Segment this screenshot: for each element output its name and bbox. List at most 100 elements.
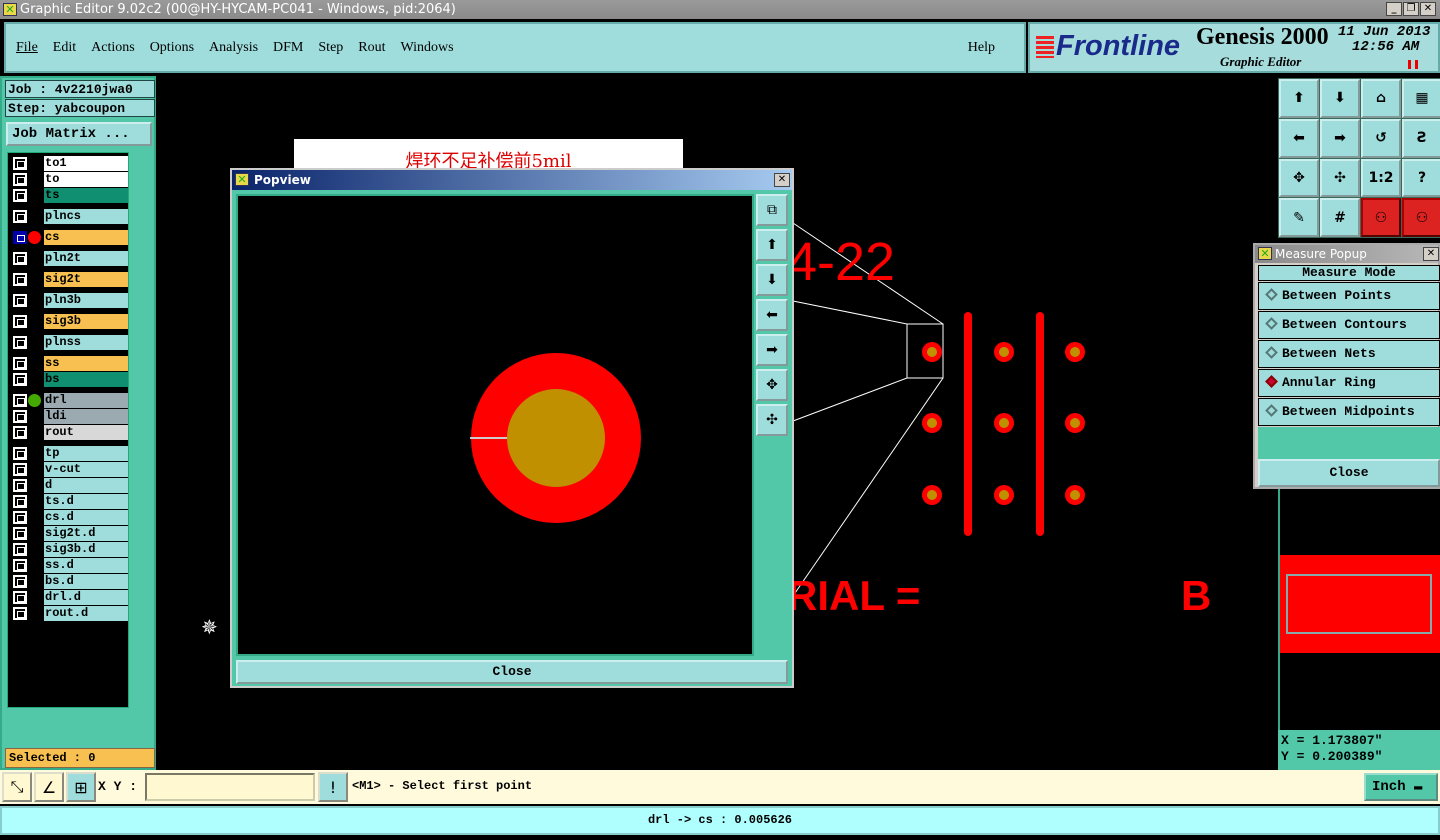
measure-close-button[interactable]: Close [1258,459,1440,487]
measure-close-x-button[interactable]: ✕ [1423,247,1439,261]
menu-options[interactable]: Options [150,40,194,56]
layer-checkbox[interactable] [13,273,27,286]
popview-close-x-button[interactable]: ✕ [774,173,790,187]
layer-row-pln2t[interactable]: pln2t [10,251,128,266]
layer-checkbox[interactable] [13,575,27,588]
layer-row-ss.d[interactable]: ss.d [10,558,128,573]
pan-right-icon[interactable]: ➡ [1320,118,1360,158]
layer-row-pln3b[interactable]: pln3b [10,293,128,308]
layer-row-sig2t[interactable]: sig2t [10,272,128,287]
netlist-icon[interactable]: ⚇ [1361,198,1401,237]
layer-checkbox[interactable] [13,543,27,556]
layer-checkbox[interactable] [13,559,27,572]
layer-row-v-cut[interactable]: v-cut [10,462,128,477]
layer-checkbox[interactable] [13,591,27,604]
layer-row-bs.d[interactable]: bs.d [10,574,128,589]
menu-step[interactable]: Step [318,40,343,56]
layer-checkbox[interactable] [13,511,27,524]
tools-icon[interactable]: ✎ [1279,198,1319,237]
layer-checkbox[interactable] [13,210,27,223]
layer-checkbox[interactable] [13,231,27,244]
pan-left-icon[interactable]: ⬅ [1279,118,1319,158]
layer-checkbox[interactable] [13,294,27,307]
menu-analysis[interactable]: Analysis [209,40,258,56]
home-icon[interactable]: ⌂ [1361,79,1401,118]
layer-row-rout.d[interactable]: rout.d [10,606,128,621]
measure-mode-between-midpoints[interactable]: Between Midpoints [1258,398,1440,426]
pan-up-icon[interactable]: ⬆ [1279,79,1319,118]
layer-row-ts.d[interactable]: ts.d [10,494,128,509]
layer-row-drl.d[interactable]: drl.d [10,590,128,605]
measure-mode-between-nets[interactable]: Between Nets [1258,340,1440,368]
zoom-window-icon[interactable]: ▦ [1402,79,1440,118]
measure-distance-icon[interactable]: ⤡ [2,772,32,802]
measure-mode-between-contours[interactable]: Between Contours [1258,311,1440,339]
zoom-in-icon[interactable]: ✥ [1279,158,1319,198]
close-window-button[interactable]: ✕ [1420,2,1436,16]
layer-checkbox[interactable] [13,157,27,170]
menu-windows[interactable]: Windows [401,40,454,56]
popview-pan-left-icon[interactable]: ⬅ [756,299,788,331]
measure-mode-between-points[interactable]: Between Points [1258,282,1440,310]
layer-checkbox[interactable] [13,527,27,540]
popview-title-bar[interactable]: ✕ Popview ✕ [232,170,792,190]
layer-row-rout[interactable]: rout [10,425,128,440]
popview-pan-up-icon[interactable]: ⬆ [756,229,788,261]
layer-row-to[interactable]: to [10,172,128,187]
popview-zoom-in-icon[interactable]: ✥ [756,369,788,401]
layer-checkbox[interactable] [13,410,27,423]
minimize-button[interactable]: _ [1386,2,1402,16]
layer-checkbox[interactable] [13,447,27,460]
grid-icon[interactable]: # [1320,198,1360,237]
measure-angle-icon[interactable]: ∠ [34,772,64,802]
help-icon[interactable]: ? [1402,158,1440,198]
layer-row-plnss[interactable]: plnss [10,335,128,350]
layer-row-tp[interactable]: tp [10,446,128,461]
menu-help[interactable]: Help [968,40,995,56]
mini-map[interactable] [1278,489,1440,730]
mini-map-viewport[interactable] [1286,574,1432,634]
layer-row-d[interactable]: d [10,478,128,493]
popview-pan-down-icon[interactable]: ⬇ [756,264,788,296]
restore-button[interactable]: ❐ [1403,2,1419,16]
layer-row-cs[interactable]: cs [10,230,128,245]
layer-checkbox[interactable] [13,394,27,407]
measure-mode-annular-ring[interactable]: Annular Ring [1258,369,1440,397]
popview-pan-right-icon[interactable]: ➡ [756,334,788,366]
menu-file[interactable]: File [16,40,38,56]
layer-row-to1[interactable]: to1 [10,156,128,171]
layer-row-sig3b[interactable]: sig3b [10,314,128,329]
job-matrix-button[interactable]: Job Matrix ... [6,122,152,146]
layer-checkbox[interactable] [13,173,27,186]
pause-icon[interactable] [1408,60,1418,69]
undo-view-icon[interactable]: ↺ [1361,118,1401,158]
pan-down-icon[interactable]: ⬇ [1320,79,1360,118]
netlist-compare-icon[interactable]: ⚇ [1402,198,1440,237]
layer-checkbox[interactable] [13,426,27,439]
layer-checkbox[interactable] [13,189,27,202]
layer-checkbox[interactable] [13,373,27,386]
alert-icon[interactable]: ! [318,772,348,802]
layer-checkbox[interactable] [13,607,27,620]
layer-row-drl[interactable]: drl [10,393,128,408]
layer-checkbox[interactable] [13,336,27,349]
menu-dfm[interactable]: DFM [273,40,303,56]
measure-title-bar[interactable]: ✕ Measure Popup ✕ [1255,245,1439,263]
layer-checkbox[interactable] [13,252,27,265]
layer-checkbox[interactable] [13,357,27,370]
menu-edit[interactable]: Edit [53,40,76,56]
layer-row-sig2t.d[interactable]: sig2t.d [10,526,128,541]
snap-grid-icon[interactable]: ⊞ [66,772,96,802]
layer-row-ldi[interactable]: ldi [10,409,128,424]
layer-checkbox[interactable] [13,315,27,328]
layer-row-plncs[interactable]: plncs [10,209,128,224]
menu-actions[interactable]: Actions [91,40,135,56]
menu-rout[interactable]: Rout [358,40,385,56]
xy-input[interactable] [145,773,315,801]
layer-row-cs.d[interactable]: cs.d [10,510,128,525]
layer-checkbox[interactable] [13,463,27,476]
popview-close-button[interactable]: Close [236,660,788,684]
zoom-out-icon[interactable]: ✣ [1320,158,1360,198]
layer-row-sig3b.d[interactable]: sig3b.d [10,542,128,557]
layer-row-ts[interactable]: ts [10,188,128,203]
